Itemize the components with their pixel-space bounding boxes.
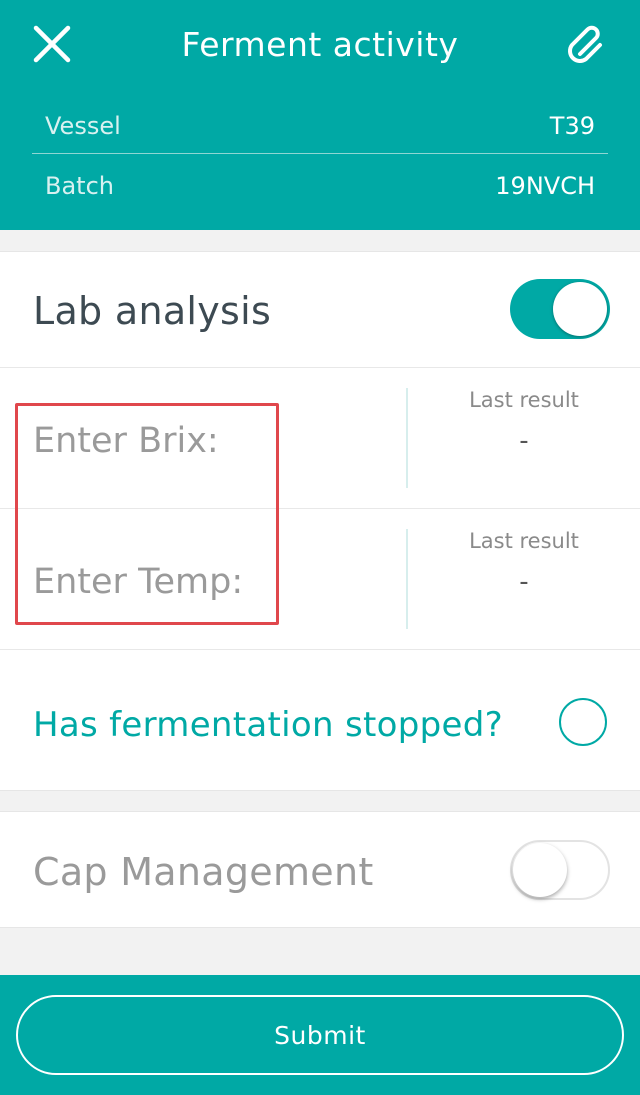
page-title: Ferment activity (181, 25, 459, 64)
temp-last-result-label: Last result (469, 529, 579, 553)
vessel-row: Vessel T39 (45, 106, 595, 146)
batch-label: Batch (45, 172, 114, 200)
batch-value: 19NVCH (495, 172, 595, 200)
cap-management-panel: Cap Management (0, 811, 640, 928)
divider (0, 649, 640, 650)
paperclip-icon[interactable] (560, 18, 612, 70)
brix-input[interactable] (33, 411, 393, 471)
cap-management-toggle[interactable] (510, 840, 610, 900)
brix-last-result-label: Last result (469, 388, 579, 412)
cap-management-title: Cap Management (33, 850, 374, 894)
header: Ferment activity Vessel T39 Batch 19NVCH (0, 0, 640, 230)
lab-analysis-panel: Lab analysis Last result - Last result -… (0, 251, 640, 791)
temp-last-result-value: - (519, 567, 529, 597)
toggle-knob (513, 843, 567, 897)
divider (0, 508, 640, 509)
toggle-knob (553, 282, 607, 336)
fermentation-stopped-question: Has fermentation stopped? (33, 705, 503, 745)
lab-analysis-title: Lab analysis (33, 289, 272, 333)
lab-analysis-toggle[interactable] (510, 279, 610, 339)
temp-input[interactable] (33, 552, 393, 612)
vessel-label: Vessel (45, 112, 121, 140)
vessel-value: T39 (549, 112, 595, 140)
app-screen: Ferment activity Vessel T39 Batch 19NVCH… (0, 0, 640, 1095)
brix-last-result-value: - (519, 426, 529, 456)
footer: Submit (0, 975, 640, 1095)
submit-button[interactable]: Submit (16, 995, 624, 1075)
divider (0, 367, 640, 368)
info-divider (32, 153, 608, 154)
batch-row: Batch 19NVCH (45, 166, 595, 206)
fermentation-stopped-radio[interactable] (559, 698, 607, 746)
